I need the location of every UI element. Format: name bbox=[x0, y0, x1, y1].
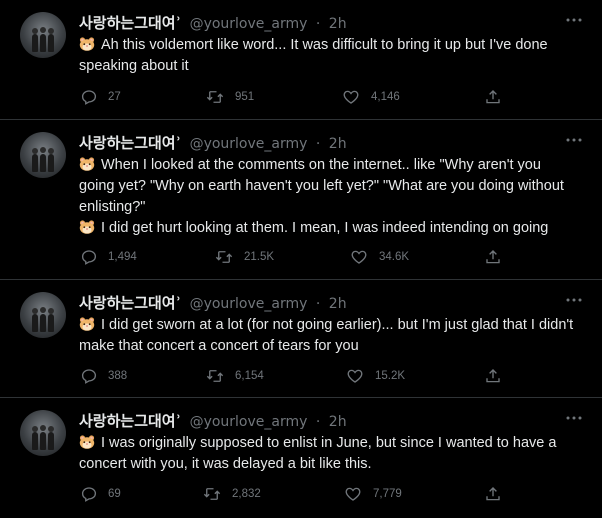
heart-icon bbox=[341, 88, 371, 106]
heart-icon bbox=[345, 367, 375, 385]
tweet-line: I did get sworn at a lot (for not going … bbox=[79, 317, 574, 354]
reply-button[interactable]: 27 bbox=[80, 88, 121, 106]
heart-icon bbox=[343, 485, 373, 503]
reply-icon bbox=[80, 248, 108, 266]
reply-icon bbox=[80, 88, 108, 106]
tweet[interactable]: 사랑하는그대여ʾ @yourlove_army · 2h Ah this vol… bbox=[0, 0, 602, 120]
more-horizontal-icon[interactable] bbox=[564, 292, 584, 308]
like-button[interactable]: 4,146 bbox=[341, 88, 400, 106]
reply-count: 388 bbox=[108, 370, 128, 382]
share-button[interactable] bbox=[484, 248, 512, 266]
like-count: 34.6K bbox=[379, 251, 410, 263]
separator-dot: · bbox=[315, 16, 321, 32]
like-button[interactable]: 7,779 bbox=[343, 485, 402, 503]
reply-icon bbox=[80, 367, 108, 385]
display-name[interactable]: 사랑하는그대여ʾ bbox=[79, 412, 181, 430]
timestamp[interactable]: 2h bbox=[329, 296, 347, 312]
tweet-header: 사랑하는그대여ʾ @yourlove_army · 2h bbox=[79, 294, 347, 313]
more-horizontal-icon[interactable] bbox=[564, 132, 584, 148]
tweet-line: When I looked at the comments on the int… bbox=[79, 157, 564, 215]
avatar[interactable] bbox=[20, 12, 66, 58]
share-icon bbox=[484, 248, 512, 266]
user-handle[interactable]: @yourlove_army bbox=[190, 414, 308, 430]
like-count: 4,146 bbox=[371, 91, 400, 103]
retweet-icon bbox=[202, 485, 232, 503]
retweet-button[interactable]: 951 bbox=[205, 88, 254, 106]
reply-button[interactable]: 388 bbox=[80, 367, 127, 385]
like-button[interactable]: 34.6K bbox=[349, 248, 409, 266]
heart-icon bbox=[349, 248, 379, 266]
like-count: 7,779 bbox=[373, 488, 402, 500]
share-icon bbox=[484, 367, 512, 385]
retweet-icon bbox=[205, 367, 235, 385]
tweet-header: 사랑하는그대여ʾ @yourlove_army · 2h bbox=[79, 134, 347, 153]
tweet-line: Ah this voldemort like word... It was di… bbox=[79, 37, 548, 74]
more-horizontal-icon[interactable] bbox=[564, 410, 584, 426]
action-bar: 1,494 21.5K 34.6K bbox=[0, 248, 602, 268]
user-handle[interactable]: @yourlove_army bbox=[190, 296, 308, 312]
hamster-face-emoji bbox=[79, 317, 95, 331]
retweet-button[interactable]: 6,154 bbox=[205, 367, 264, 385]
avatar[interactable] bbox=[20, 132, 66, 178]
tweet-line: I was originally supposed to enlist in J… bbox=[79, 435, 557, 472]
tweet-text: I did get sworn at a lot (for not going … bbox=[79, 315, 576, 357]
retweet-count: 2,832 bbox=[232, 488, 261, 500]
reply-button[interactable]: 1,494 bbox=[80, 248, 137, 266]
user-handle[interactable]: @yourlove_army bbox=[190, 136, 308, 152]
reply-icon bbox=[80, 485, 108, 503]
share-icon bbox=[484, 485, 512, 503]
timestamp[interactable]: 2h bbox=[329, 16, 347, 32]
tweet-text: When I looked at the comments on the int… bbox=[79, 155, 576, 239]
tweet[interactable]: 사랑하는그대여ʾ @yourlove_army · 2h When I look… bbox=[0, 120, 602, 280]
retweet-button[interactable]: 21.5K bbox=[214, 248, 274, 266]
action-bar: 69 2,832 7,779 bbox=[0, 485, 602, 505]
like-count: 15.2K bbox=[375, 370, 406, 382]
tweet-text: I was originally supposed to enlist in J… bbox=[79, 433, 576, 475]
share-button[interactable] bbox=[484, 367, 512, 385]
tweet-line: I did get hurt looking at them. I mean, … bbox=[101, 220, 549, 236]
display-name[interactable]: 사랑하는그대여ʾ bbox=[79, 294, 181, 312]
share-button[interactable] bbox=[484, 485, 512, 503]
separator-dot: · bbox=[315, 136, 321, 152]
tweet[interactable]: 사랑하는그대여ʾ @yourlove_army · 2h I was origi… bbox=[0, 398, 602, 518]
hamster-face-emoji bbox=[79, 220, 95, 234]
retweet-button[interactable]: 2,832 bbox=[202, 485, 261, 503]
tweet-text: Ah this voldemort like word... It was di… bbox=[79, 35, 576, 77]
separator-dot: · bbox=[315, 414, 321, 430]
reply-count: 1,494 bbox=[108, 251, 137, 263]
separator-dot: · bbox=[315, 296, 321, 312]
reply-count: 69 bbox=[108, 488, 121, 500]
hamster-face-emoji bbox=[79, 435, 95, 449]
action-bar: 388 6,154 15.2K bbox=[0, 367, 602, 387]
share-icon bbox=[484, 88, 512, 106]
tweet-header: 사랑하는그대여ʾ @yourlove_army · 2h bbox=[79, 14, 347, 33]
retweet-count: 6,154 bbox=[235, 370, 264, 382]
timestamp[interactable]: 2h bbox=[329, 136, 347, 152]
more-horizontal-icon[interactable] bbox=[564, 12, 584, 28]
tweet[interactable]: 사랑하는그대여ʾ @yourlove_army · 2h I did get s… bbox=[0, 280, 602, 398]
tweet-header: 사랑하는그대여ʾ @yourlove_army · 2h bbox=[79, 412, 347, 431]
hamster-face-emoji bbox=[79, 37, 95, 51]
retweet-icon bbox=[205, 88, 235, 106]
action-bar: 27 951 4,146 bbox=[0, 88, 602, 108]
share-button[interactable] bbox=[484, 88, 512, 106]
reply-button[interactable]: 69 bbox=[80, 485, 121, 503]
retweet-icon bbox=[214, 248, 244, 266]
display-name[interactable]: 사랑하는그대여ʾ bbox=[79, 14, 181, 32]
avatar[interactable] bbox=[20, 410, 66, 456]
timestamp[interactable]: 2h bbox=[329, 414, 347, 430]
retweet-count: 21.5K bbox=[244, 251, 275, 263]
user-handle[interactable]: @yourlove_army bbox=[190, 16, 308, 32]
avatar[interactable] bbox=[20, 292, 66, 338]
reply-count: 27 bbox=[108, 91, 121, 103]
display-name[interactable]: 사랑하는그대여ʾ bbox=[79, 134, 181, 152]
hamster-face-emoji bbox=[79, 157, 95, 171]
like-button[interactable]: 15.2K bbox=[345, 367, 405, 385]
retweet-count: 951 bbox=[235, 91, 255, 103]
